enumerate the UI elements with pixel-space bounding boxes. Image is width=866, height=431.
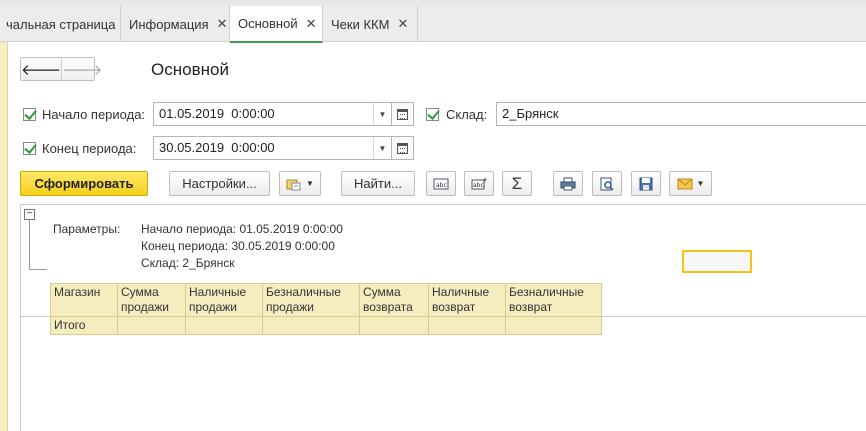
group-line — [29, 269, 47, 270]
collapse-groups-button[interactable]: abc — [426, 171, 456, 196]
dropdown-icon[interactable]: ▼ — [373, 103, 391, 125]
calendar-icon — [397, 108, 408, 120]
page-title: Основной — [151, 60, 229, 79]
expand-groups-button[interactable]: abc + — [464, 171, 494, 196]
table-row-total: Итого — [50, 316, 602, 335]
column-header-cashless-sales: Безналичные продажи — [262, 283, 360, 317]
tab-information[interactable]: Информация ✕ — [121, 6, 230, 42]
column-header-cash-return: Наличные возврат — [428, 283, 506, 317]
sum-button[interactable]: Σ — [502, 171, 532, 196]
param-start: Начало периода: 01.05.2019 0:00:00 — [141, 222, 343, 236]
envelope-icon — [677, 178, 693, 190]
column-header-cashless-return: Безналичные возврат — [505, 283, 602, 317]
column-header-store: Магазин — [50, 283, 118, 317]
end-period-value[interactable]: 30.05.2019 0:00:00 — [154, 137, 373, 159]
close-icon[interactable]: ✕ — [397, 16, 408, 32]
group-line — [29, 220, 30, 270]
end-period-label: Конец периода: — [42, 141, 137, 156]
dropdown-icon[interactable]: ▼ — [373, 137, 391, 159]
close-icon[interactable]: ✕ — [306, 16, 317, 32]
tab-kkm-receipts[interactable]: Чеки ККМ ✕ — [323, 6, 418, 42]
tab-label: чальная страница — [6, 16, 116, 32]
start-period-checkbox[interactable] — [23, 108, 36, 121]
table-cell — [185, 316, 263, 335]
tab-home[interactable]: чальная страница — [0, 6, 121, 42]
variants-button[interactable]: ▼ — [279, 171, 321, 196]
chevron-down-icon: ▼ — [696, 179, 705, 188]
calendar-button[interactable] — [391, 137, 413, 159]
table-header-row: Магазин Сумма продажи Наличные продажи Без… — [50, 283, 602, 317]
print-button[interactable] — [553, 171, 583, 196]
params-label: Параметры: — [53, 222, 121, 236]
save-button[interactable] — [631, 171, 661, 196]
warehouse-checkbox[interactable] — [426, 108, 439, 121]
end-period-field[interactable]: 30.05.2019 0:00:00 ▼ — [153, 136, 414, 160]
param-warehouse: Склад: 2_Брянск — [141, 256, 235, 270]
magnifier-icon — [599, 177, 615, 191]
warehouse-label: Склад: — [446, 107, 488, 122]
calendar-icon — [397, 142, 408, 154]
start-period-field[interactable]: 01.05.2019 0:00:00 ▼ — [153, 102, 414, 126]
preview-button[interactable] — [592, 171, 622, 196]
column-header-sales-sum: Сумма продажи — [117, 283, 186, 317]
forward-arrow-icon[interactable]: 🡒 — [62, 58, 102, 80]
end-period-checkbox[interactable] — [23, 142, 36, 155]
save-icon — [638, 177, 654, 191]
collapse-group-icon[interactable]: − — [24, 209, 35, 220]
tab-main[interactable]: Основной ✕ — [230, 6, 323, 43]
tab-label: Информация — [129, 16, 209, 32]
start-period-label: Начало периода: — [42, 107, 146, 122]
tab-label: Основной — [238, 16, 298, 31]
column-header-cash-sales: Наличные продажи — [185, 283, 263, 317]
chevron-down-icon: ▼ — [306, 179, 314, 188]
svg-text:+: + — [482, 177, 487, 184]
find-button[interactable]: Найти... — [341, 171, 415, 196]
back-arrow-icon[interactable]: 🡐 — [21, 58, 63, 80]
table-cell — [505, 316, 602, 335]
selected-cell[interactable] — [682, 250, 752, 273]
tab-bar: чальная страница Информация ✕ Основной ✕… — [0, 6, 866, 43]
total-label: Итого — [50, 316, 118, 335]
group-collapse-icon: abc — [433, 177, 449, 191]
table-cell — [117, 316, 186, 335]
printer-icon — [560, 177, 576, 191]
navigation-buttons: 🡐 🡒 — [20, 57, 102, 81]
svg-text:abc: abc — [436, 182, 447, 189]
send-button[interactable]: ▼ — [669, 171, 712, 196]
group-expand-icon: abc + — [471, 177, 487, 191]
folder-icon — [286, 177, 302, 191]
close-icon[interactable]: ✕ — [217, 16, 228, 32]
start-period-value[interactable]: 01.05.2019 0:00:00 — [154, 103, 373, 125]
generate-button[interactable]: Сформировать — [20, 171, 148, 196]
table-cell — [428, 316, 506, 335]
left-panel-edge — [0, 42, 8, 431]
table-cell — [262, 316, 360, 335]
calendar-button[interactable] — [391, 103, 413, 125]
warehouse-value[interactable]: 2_Брянск — [497, 103, 866, 125]
warehouse-field[interactable]: 2_Брянск — [496, 102, 866, 126]
table-cell — [359, 316, 429, 335]
settings-button[interactable]: Настройки... — [169, 171, 270, 196]
param-end: Конец периода: 30.05.2019 0:00:00 — [141, 239, 335, 253]
tab-label: Чеки ККМ — [331, 16, 390, 32]
column-header-return-sum: Сумма возврата — [359, 283, 429, 317]
report-table: Магазин Сумма продажи Наличные продажи Без… — [50, 283, 602, 335]
